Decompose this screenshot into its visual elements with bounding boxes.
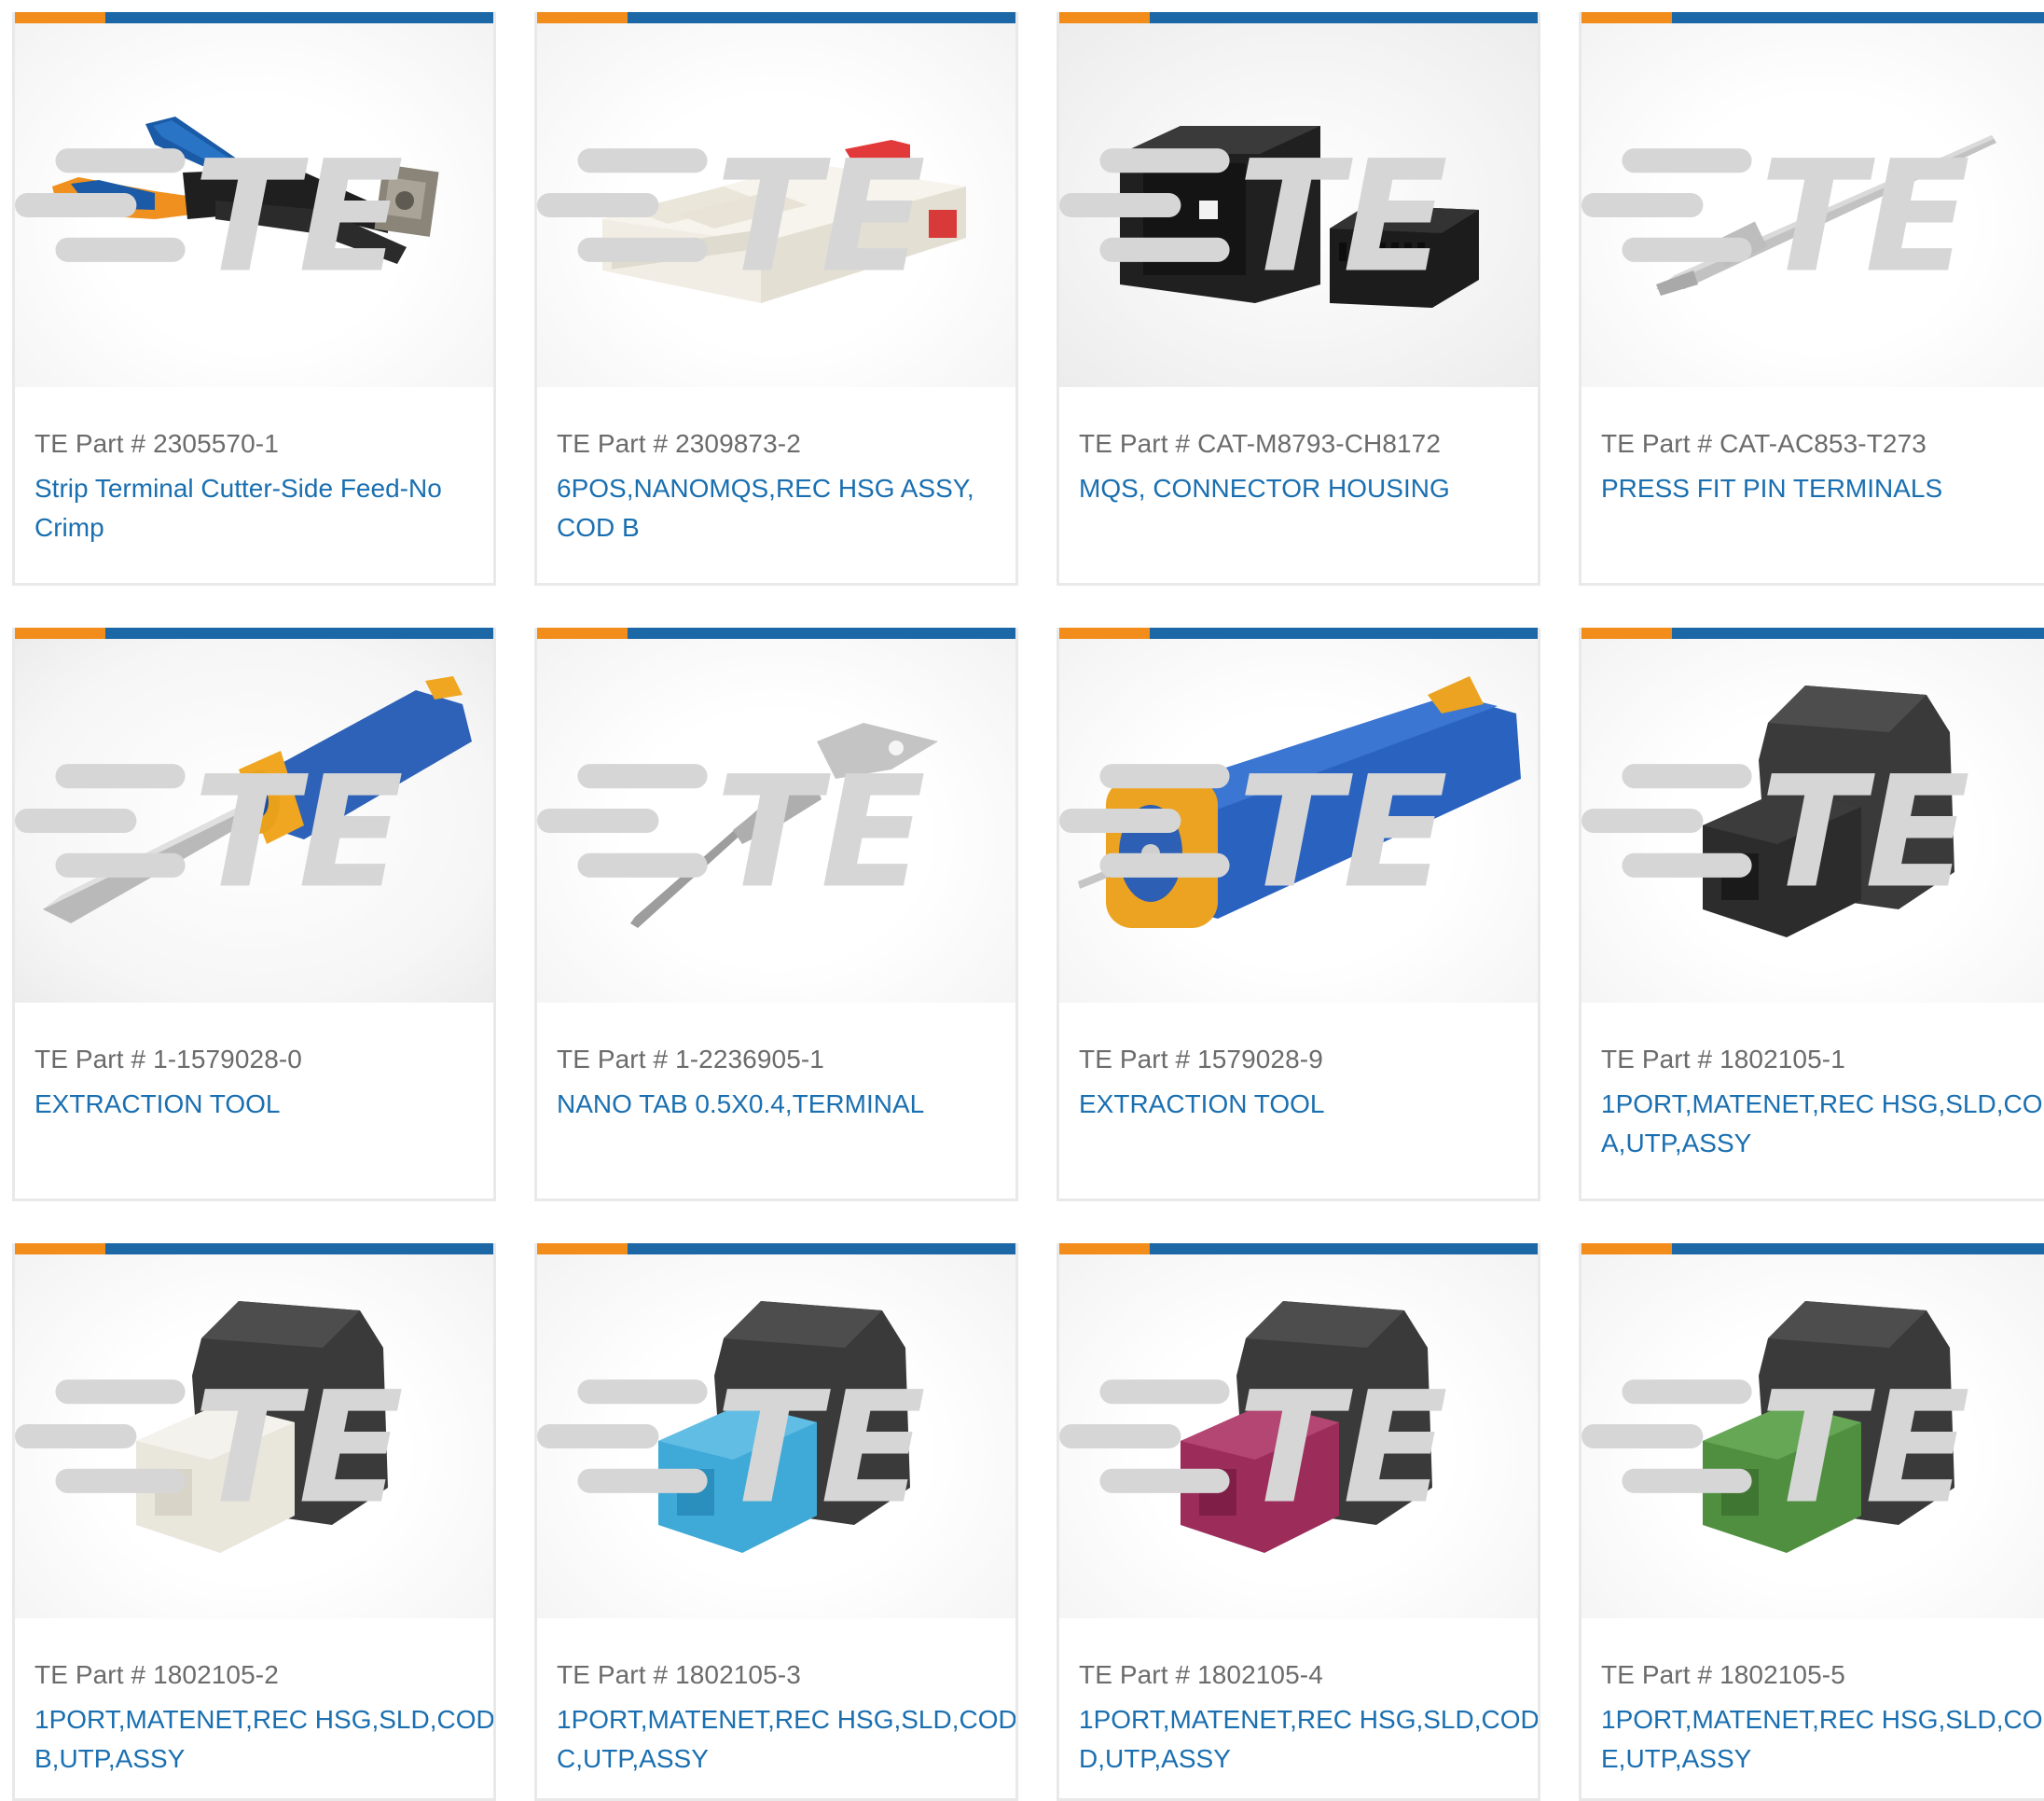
svg-text:TE: TE — [193, 128, 404, 307]
te-logo-icon: TE — [537, 1359, 926, 1538]
svg-text:TE: TE — [715, 743, 926, 922]
product-image[interactable]: TE — [1581, 639, 2044, 1003]
part-number: TE Part # 1802105-3 — [557, 1660, 801, 1689]
product-card[interactable]: TE TE Part # 1-1579028-0 EXTRACTION TOOL — [12, 628, 496, 1201]
svg-text:TE: TE — [193, 1359, 404, 1538]
product-title-link[interactable]: 1PORT,MATENET,REC HSG,SLD,COD A,UTP,ASSY — [1601, 1085, 2044, 1163]
product-image[interactable]: TE — [537, 23, 1015, 387]
product-title-link[interactable]: PRESS FIT PIN TERMINALS — [1601, 469, 2044, 508]
svg-text:TE: TE — [193, 743, 404, 922]
card-top-bar — [15, 628, 493, 639]
part-number: TE Part # 1802105-1 — [1601, 1045, 1845, 1074]
svg-text:TE: TE — [1760, 128, 1970, 307]
card-top-bar — [1581, 12, 2044, 23]
part-number: TE Part # 1802105-5 — [1601, 1660, 1845, 1689]
product-card[interactable]: TE TE Part # CAT-M8793-CH8172 MQS, CONNE… — [1057, 12, 1540, 586]
product-image[interactable]: TE — [15, 23, 493, 387]
svg-text:TE: TE — [1760, 1359, 1970, 1538]
product-image[interactable]: TE — [1581, 23, 2044, 387]
svg-text:TE: TE — [1237, 128, 1448, 307]
te-logo-icon: TE — [1059, 1359, 1448, 1538]
part-number: TE Part # 1802105-4 — [1079, 1660, 1323, 1689]
product-image[interactable]: TE — [537, 1254, 1015, 1618]
part-number: TE Part # CAT-AC853-T273 — [1601, 429, 1927, 458]
product-title-link[interactable]: MQS, CONNECTOR HOUSING — [1079, 469, 1538, 508]
part-number: TE Part # 1579028-9 — [1079, 1045, 1323, 1074]
product-card[interactable]: TE TE Part # 2309873-2 6POS,NANOMQS,REC … — [534, 12, 1018, 586]
product-card[interactable]: TE TE Part # CAT-AC853-T273 PRESS FIT PI… — [1579, 12, 2044, 586]
part-number: TE Part # CAT-M8793-CH8172 — [1079, 429, 1442, 458]
card-top-bar — [537, 1243, 1015, 1254]
part-number: TE Part # 2305570-1 — [35, 429, 279, 458]
product-card[interactable]: TE TE Part # 1579028-9 EXTRACTION TOOL — [1057, 628, 1540, 1201]
part-number: TE Part # 1-2236905-1 — [557, 1045, 824, 1074]
card-top-bar — [1059, 12, 1538, 23]
product-image[interactable]: TE — [15, 639, 493, 1003]
te-logo-icon: TE — [1059, 743, 1448, 922]
te-logo-icon: TE — [1581, 1359, 1970, 1538]
te-logo-icon: TE — [537, 743, 926, 922]
card-top-bar — [1581, 1243, 2044, 1254]
te-logo-icon: TE — [537, 128, 926, 307]
card-top-bar — [15, 1243, 493, 1254]
product-grid: TE TE Part # 2305570-1 Strip Terminal Cu… — [0, 0, 2044, 1801]
card-top-bar — [15, 12, 493, 23]
product-card[interactable]: TE TE Part # 1802105-2 1PORT,MATENET,REC… — [12, 1243, 496, 1801]
product-image[interactable]: TE — [15, 1254, 493, 1618]
svg-text:TE: TE — [715, 1359, 926, 1538]
te-logo-icon: TE — [1581, 743, 1970, 922]
product-card[interactable]: TE TE Part # 1802105-5 1PORT,MATENET,REC… — [1579, 1243, 2044, 1801]
product-title-link[interactable]: 6POS,NANOMQS,REC HSG ASSY, COD B — [557, 469, 1015, 547]
product-image[interactable]: TE — [1059, 23, 1538, 387]
svg-text:TE: TE — [1760, 743, 1970, 922]
card-top-bar — [537, 12, 1015, 23]
product-image[interactable]: TE — [1581, 1254, 2044, 1618]
te-logo-icon: TE — [15, 128, 404, 307]
svg-text:TE: TE — [1237, 743, 1448, 922]
product-title-link[interactable]: 1PORT,MATENET,REC HSG,SLD,COD D,UTP,ASSY — [1079, 1700, 1538, 1779]
te-logo-icon: TE — [15, 1359, 404, 1538]
product-title-link[interactable]: 1PORT,MATENET,REC HSG,SLD,COD E,UTP,ASSY — [1601, 1700, 2044, 1779]
part-number: TE Part # 2309873-2 — [557, 429, 801, 458]
product-title-link[interactable]: NANO TAB 0.5X0.4,TERMINAL — [557, 1085, 1015, 1124]
te-logo-icon: TE — [15, 743, 404, 922]
product-card[interactable]: TE TE Part # 2305570-1 Strip Terminal Cu… — [12, 12, 496, 586]
product-title-link[interactable]: EXTRACTION TOOL — [35, 1085, 493, 1124]
card-top-bar — [1059, 1243, 1538, 1254]
product-title-link[interactable]: 1PORT,MATENET,REC HSG,SLD,COD C,UTP,ASSY — [557, 1700, 1015, 1779]
product-card[interactable]: TE TE Part # 1-2236905-1 NANO TAB 0.5X0.… — [534, 628, 1018, 1201]
te-logo-icon: TE — [1581, 128, 1970, 307]
product-title-link[interactable]: 1PORT,MATENET,REC HSG,SLD,COD B,UTP,ASSY — [35, 1700, 493, 1779]
product-image[interactable]: TE — [1059, 1254, 1538, 1618]
part-number: TE Part # 1-1579028-0 — [35, 1045, 302, 1074]
svg-text:TE: TE — [1237, 1359, 1448, 1538]
product-title-link[interactable]: Strip Terminal Cutter-Side Feed-No Crimp — [35, 469, 493, 547]
part-number: TE Part # 1802105-2 — [35, 1660, 279, 1689]
card-top-bar — [1581, 628, 2044, 639]
product-image[interactable]: TE — [1059, 639, 1538, 1003]
te-logo-icon: TE — [1059, 128, 1448, 307]
product-card[interactable]: TE TE Part # 1802105-4 1PORT,MATENET,REC… — [1057, 1243, 1540, 1801]
card-top-bar — [1059, 628, 1538, 639]
product-title-link[interactable]: EXTRACTION TOOL — [1079, 1085, 1538, 1124]
card-top-bar — [537, 628, 1015, 639]
svg-text:TE: TE — [715, 128, 926, 307]
product-image[interactable]: TE — [537, 639, 1015, 1003]
product-card[interactable]: TE TE Part # 1802105-1 1PORT,MATENET,REC… — [1579, 628, 2044, 1201]
product-card[interactable]: TE TE Part # 1802105-3 1PORT,MATENET,REC… — [534, 1243, 1018, 1801]
